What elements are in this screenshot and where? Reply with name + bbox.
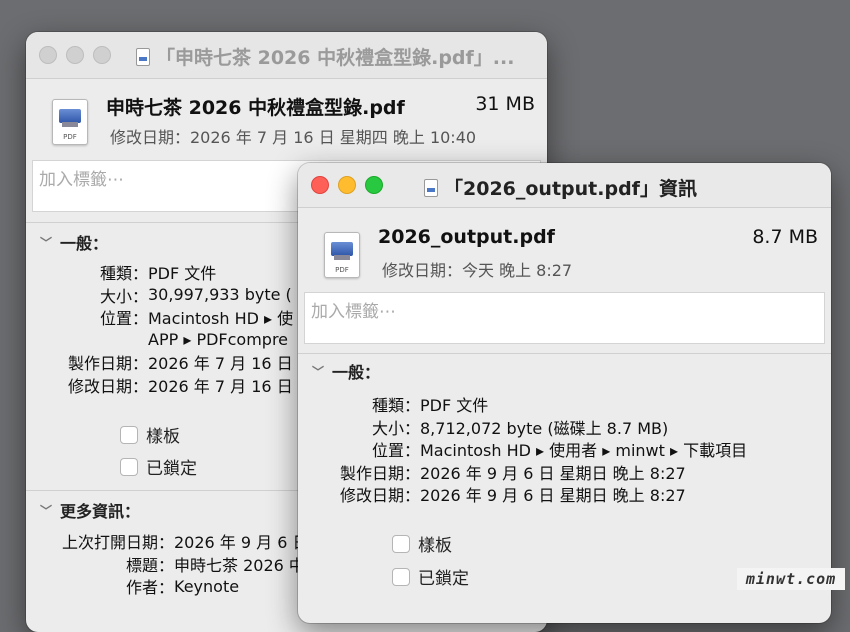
general-info: 種類： PDF 文件 大小： 30,997,933 byte ( 位置： Macint…	[67, 264, 314, 396]
pdf-doc-icon	[424, 178, 438, 197]
zoom-button[interactable]	[93, 46, 111, 64]
zoom-button[interactable]	[365, 176, 383, 194]
file-name: 申時七茶 2026 中秋禮盒型錄.pdf	[106, 97, 405, 119]
chevron-down-icon: ﹀	[40, 503, 53, 518]
title-bar[interactable]: 「申時七茶 2026 中秋禮盒型錄.pdf」...	[26, 32, 547, 79]
info-window-front[interactable]: 「2026_output.pdf」資訊 PDF 2026_output.pdf …	[298, 163, 831, 623]
chevron-down-icon: ﹀	[312, 364, 325, 379]
pdf-file-icon: PDF	[52, 99, 88, 145]
close-button[interactable]	[311, 176, 329, 194]
general-section-toggle[interactable]: ﹀ 一般：	[312, 359, 380, 383]
window-title: 「申時七茶 2026 中秋禮盒型錄.pdf」...	[136, 43, 514, 70]
file-name: 2026_output.pdf	[378, 226, 555, 248]
tags-input[interactable]: 加入標籤⋯	[304, 292, 825, 344]
locked-checkbox[interactable]: 已鎖定	[120, 454, 197, 479]
modified-date: 修改日期：今天 晚上 8:27	[382, 261, 573, 280]
file-size: 8.7 MB	[752, 226, 818, 248]
general-section-toggle[interactable]: ﹀ 一般：	[40, 230, 108, 254]
watermark: minwt.com	[737, 568, 845, 590]
chevron-down-icon: ﹀	[40, 235, 53, 250]
general-info: 種類： PDF 文件 大小： 8,712,072 byte (磁碟上 8.7 MB)…	[339, 396, 748, 506]
window-title: 「2026_output.pdf」資訊	[424, 174, 697, 201]
close-button[interactable]	[39, 46, 57, 64]
more-info-section-toggle[interactable]: ﹀ 更多資訊：	[40, 498, 140, 522]
stationery-checkbox[interactable]: 樣板	[120, 422, 180, 447]
pdf-file-icon: PDF	[324, 232, 360, 278]
locked-checkbox[interactable]: 已鎖定	[392, 564, 469, 589]
stationery-checkbox[interactable]: 樣板	[392, 531, 452, 556]
more-info: 上次打開日期： 2026 年 9 月 6 日 標題： 申時七茶 2026 中 作者：…	[61, 533, 309, 598]
modified-date: 修改日期：2026 年 7 月 16 日 星期四 晚上 10:40	[110, 128, 477, 147]
title-bar[interactable]: 「2026_output.pdf」資訊	[298, 163, 831, 208]
pdf-doc-icon	[136, 47, 150, 66]
minimize-button[interactable]	[338, 176, 356, 194]
minimize-button[interactable]	[66, 46, 84, 64]
file-size: 31 MB	[475, 93, 535, 115]
